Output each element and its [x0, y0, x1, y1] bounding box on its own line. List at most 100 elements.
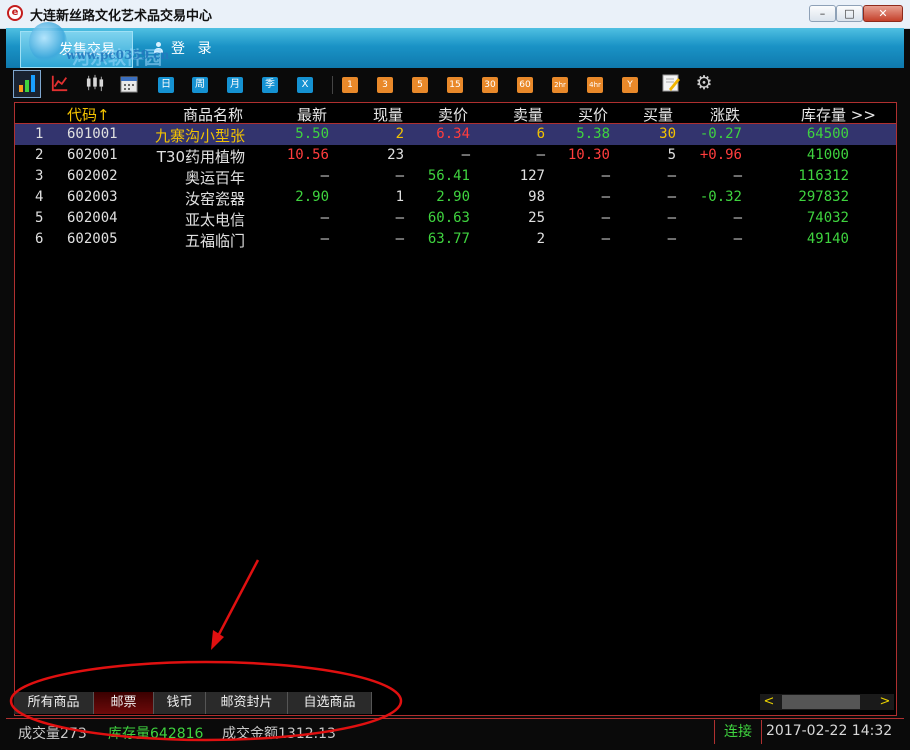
- tab-coins[interactable]: 钱币: [154, 692, 206, 714]
- col-stock[interactable]: 库存量 >>: [801, 104, 876, 125]
- minimize-button[interactable]: –: [809, 5, 836, 22]
- row-stock: 297832: [798, 189, 849, 205]
- col-latest[interactable]: 最新: [297, 104, 327, 125]
- horizontal-scrollbar[interactable]: < >: [760, 694, 894, 710]
- row-name: 奥运百年: [184, 169, 245, 187]
- period-week-button[interactable]: 周: [192, 77, 208, 93]
- calendar-icon[interactable]: [120, 75, 138, 93]
- row-ask-volume: 25: [528, 210, 545, 226]
- col-bid[interactable]: 买价: [578, 104, 608, 125]
- row-code: 602005: [67, 231, 118, 247]
- col-ask-volume[interactable]: 卖量: [513, 104, 543, 125]
- tab-stamps[interactable]: 邮票: [94, 692, 154, 714]
- status-volume: 成交量273: [18, 726, 87, 742]
- period-month-button[interactable]: 月: [227, 77, 243, 93]
- minute-1-button[interactable]: 1: [342, 77, 358, 93]
- row-change: -0.32: [699, 189, 742, 205]
- line-chart-icon[interactable]: [50, 74, 70, 92]
- edit-note-icon[interactable]: [662, 74, 680, 92]
- row-change: —: [733, 210, 742, 226]
- minute-5-button[interactable]: 5: [412, 77, 428, 93]
- tab-watchlist[interactable]: 自选商品: [288, 692, 372, 714]
- col-change[interactable]: 涨跌: [710, 104, 740, 125]
- row-volume: —: [395, 168, 404, 184]
- scroll-thumb[interactable]: [782, 695, 860, 709]
- table-row[interactable]: 5 602004 亚太电信 — — 60.63 25 — — — 74032: [15, 208, 896, 229]
- maximize-icon: □: [844, 7, 855, 20]
- col-volume[interactable]: 现量: [373, 104, 403, 125]
- close-button[interactable]: ✕: [863, 5, 903, 22]
- app-logo-icon: e: [7, 5, 23, 21]
- tab-all-goods[interactable]: 所有商品: [14, 692, 94, 714]
- row-index: 6: [35, 231, 44, 247]
- period-quarter-button[interactable]: 季: [262, 77, 278, 93]
- row-latest: 10.56: [286, 147, 329, 163]
- quote-table: 代码↑ 商品名称 最新 现量 卖价 卖量 买价 买量 涨跌 库存量 >> 1 6…: [14, 102, 897, 716]
- row-name: 汝窑瓷器: [184, 190, 245, 208]
- row-volume: 2: [395, 126, 404, 142]
- row-name: 亚太电信: [184, 211, 245, 229]
- maximize-button[interactable]: □: [836, 5, 863, 22]
- row-latest: 5.50: [295, 126, 329, 142]
- col-name[interactable]: 商品名称: [183, 104, 243, 125]
- table-header: 代码↑ 商品名称 最新 现量 卖价 卖量 买价 买量 涨跌 库存量 >>: [15, 103, 896, 125]
- row-stock: 41000: [806, 147, 849, 163]
- status-bar: 成交量273 库存量642816 成交金额1312.13 连接 2017-02-…: [6, 718, 904, 745]
- minute-15-button[interactable]: 15: [447, 77, 463, 93]
- col-code[interactable]: 代码↑: [67, 104, 110, 125]
- table-row[interactable]: 6 602005 五福临门 — — 63.77 2 — — — 49140: [15, 229, 896, 250]
- row-bid: —: [601, 168, 610, 184]
- row-volume: —: [395, 231, 404, 247]
- row-ask: 60.63: [427, 210, 470, 226]
- year-button[interactable]: Y: [622, 77, 638, 93]
- row-code: 602004: [67, 210, 118, 226]
- table-row[interactable]: 3 602002 奥运百年 — — 56.41 127 — — — 116312: [15, 166, 896, 187]
- row-bid-volume: 5: [667, 147, 676, 163]
- table-row[interactable]: 1 601001 九寨沟小型张 5.50 2 6.34 6 5.38 30 -0…: [15, 124, 896, 145]
- period-day-button[interactable]: 日: [158, 77, 174, 93]
- row-change: -0.27: [699, 126, 742, 142]
- row-name: T30药用植物: [156, 148, 245, 166]
- hour-2-button[interactable]: 2hr: [552, 77, 568, 93]
- row-change: +0.96: [699, 147, 742, 163]
- title-bar: e 大连新丝路文化艺术品交易中心 – □ ✕: [0, 0, 910, 29]
- table-row[interactable]: 4 602003 汝窑瓷器 2.90 1 2.90 98 — — -0.32 2…: [15, 187, 896, 208]
- table-row[interactable]: 2 602001 T30药用植物 10.56 23 — — 10.30 5 +0…: [15, 145, 896, 166]
- row-ask: 63.77: [427, 231, 470, 247]
- scroll-right-icon[interactable]: >: [876, 694, 894, 710]
- row-stock: 74032: [806, 210, 849, 226]
- row-volume: —: [395, 210, 404, 226]
- row-bid-volume: —: [667, 168, 676, 184]
- row-bid: 10.30: [567, 147, 610, 163]
- settings-gear-icon[interactable]: ⚙: [694, 73, 714, 93]
- row-ask: —: [461, 147, 470, 163]
- bar-chart-icon: [19, 85, 23, 92]
- tab-postal-stationery[interactable]: 邮资封片: [206, 692, 288, 714]
- row-bid: 5.38: [576, 126, 610, 142]
- row-bid: —: [601, 231, 610, 247]
- scroll-left-icon[interactable]: <: [760, 694, 778, 710]
- row-latest: —: [320, 231, 329, 247]
- close-icon: ✕: [878, 7, 888, 20]
- minute-3-button[interactable]: 3: [377, 77, 393, 93]
- bar-chart-button[interactable]: [13, 70, 41, 98]
- row-ask: 56.41: [427, 168, 470, 184]
- connection-status[interactable]: 连接: [714, 720, 762, 744]
- candlestick-icon[interactable]: [84, 74, 106, 92]
- period-x-button[interactable]: X: [297, 77, 313, 93]
- row-bid-volume: —: [667, 189, 676, 205]
- hour-4-button[interactable]: 4hr: [587, 77, 603, 93]
- row-latest: —: [320, 210, 329, 226]
- login-label: 登 录: [171, 41, 216, 57]
- window-title: 大连新丝路文化艺术品交易中心: [30, 9, 213, 24]
- minute-30-button[interactable]: 30: [482, 77, 498, 93]
- row-name: 九寨沟小型张: [154, 127, 245, 145]
- bar-chart-icon-bar: [31, 75, 35, 92]
- row-ask-volume: —: [536, 147, 545, 163]
- minute-60-button[interactable]: 60: [517, 77, 533, 93]
- row-ask: 6.34: [436, 126, 470, 142]
- col-bid-volume[interactable]: 买量: [643, 104, 673, 125]
- row-index: 4: [35, 189, 44, 205]
- row-code: 602002: [67, 168, 118, 184]
- col-ask[interactable]: 卖价: [438, 104, 468, 125]
